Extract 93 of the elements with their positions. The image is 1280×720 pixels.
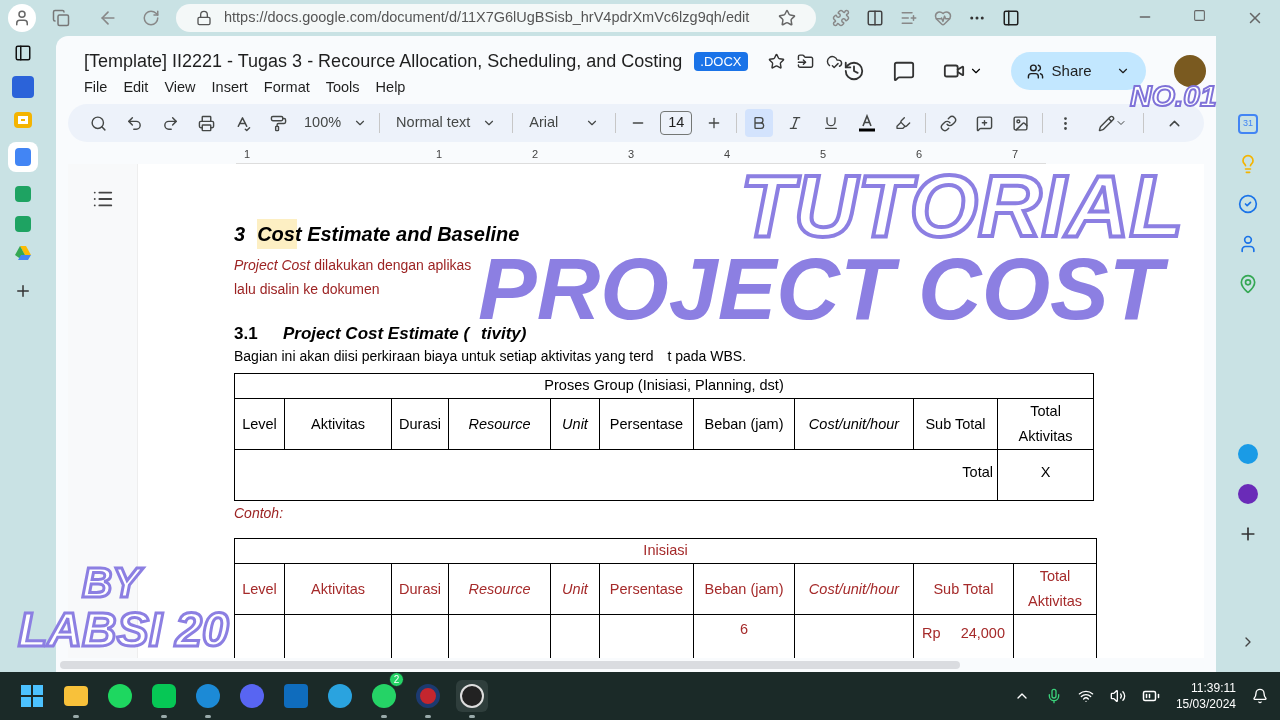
move-icon[interactable] bbox=[796, 53, 814, 70]
overlay-text: LABSI 20 bbox=[18, 606, 229, 654]
example-label: Contoh: bbox=[234, 504, 285, 523]
panel-icon[interactable] bbox=[14, 44, 32, 62]
notification-icon[interactable] bbox=[1252, 688, 1268, 704]
column-header: Beban (jam) bbox=[693, 563, 795, 615]
font-size-field[interactable]: 14 bbox=[660, 111, 693, 135]
column-header: Cost/unit/hour bbox=[794, 398, 914, 450]
clock-time[interactable]: 11:39:11 bbox=[1191, 680, 1236, 696]
favorite-icon[interactable] bbox=[778, 9, 796, 27]
app-icon[interactable] bbox=[1238, 484, 1258, 504]
column-header: Resource bbox=[448, 398, 551, 450]
add-icon[interactable] bbox=[14, 282, 32, 300]
reload-icon[interactable] bbox=[142, 9, 160, 27]
table-caption: Inisiasi bbox=[234, 538, 1097, 564]
avatar[interactable] bbox=[1173, 55, 1206, 87]
zoom-dropdown[interactable]: 100% bbox=[300, 112, 372, 134]
column-header: Durasi bbox=[391, 563, 449, 615]
font-dropdown[interactable]: Arial bbox=[521, 112, 608, 134]
column-header: Unit bbox=[550, 398, 600, 450]
address-bar[interactable]: https://docs.google.com/document/d/11X7G6lUgBSisb_hrV4pdrXmVc6lzg9qh/edit bbox=[176, 4, 816, 32]
volume-icon[interactable] bbox=[1109, 688, 1126, 704]
menu-item[interactable]: View bbox=[164, 77, 196, 99]
app-icon[interactable] bbox=[12, 76, 34, 98]
column-header: Beban (jam) bbox=[693, 398, 795, 450]
comment-icon[interactable] bbox=[892, 60, 915, 82]
wifi-icon[interactable] bbox=[1077, 688, 1094, 704]
notification-badge: 2 bbox=[389, 672, 404, 687]
column-header: Unit bbox=[550, 563, 600, 615]
cloud-icon[interactable] bbox=[825, 53, 843, 70]
ruler-number: 7 bbox=[1012, 147, 1019, 162]
column-header: Persentase bbox=[599, 398, 694, 450]
menu-item[interactable]: Help bbox=[375, 77, 406, 99]
scrollbar[interactable] bbox=[60, 661, 960, 669]
column-header: Cost/unit/hour bbox=[794, 563, 914, 615]
menu-item[interactable]: File bbox=[84, 77, 108, 99]
health-icon[interactable] bbox=[934, 9, 952, 27]
subheading-number: 3.1 bbox=[234, 323, 259, 346]
table-caption: Proses Group (Inisiasi, Planning, dst) bbox=[234, 373, 1094, 399]
extensions-icon[interactable] bbox=[832, 9, 850, 27]
ruler-number: 1 bbox=[244, 147, 251, 162]
contacts-icon[interactable] bbox=[1238, 234, 1258, 254]
maximize-icon[interactable] bbox=[1193, 9, 1206, 22]
ruler-number: 6 bbox=[916, 147, 923, 162]
bold-icon[interactable] bbox=[745, 109, 774, 137]
column-header: Aktivitas bbox=[284, 563, 392, 615]
ruler-number: 2 bbox=[532, 147, 539, 162]
heading-number: 3 bbox=[234, 222, 246, 247]
ruler-number: 5 bbox=[820, 147, 827, 162]
table-cell: Total bbox=[234, 449, 998, 501]
document-title[interactable]: [Template] II2221 - Tugas 3 - Recource Allocation, Scheduling, and Costing bbox=[84, 48, 683, 75]
menu-item[interactable]: Edit bbox=[123, 77, 149, 99]
overlay-title: TUTORIAL bbox=[740, 166, 1185, 246]
file-type-badge: .DOCX bbox=[694, 51, 748, 72]
url-text: https://docs.google.com/document/d/11X7G6lUgBSisb_hrV4pdrXmVc6lzg9qh/edit bbox=[224, 8, 750, 28]
table-cell: X bbox=[997, 449, 1094, 501]
lock-icon bbox=[196, 10, 212, 26]
subheading: tivity) bbox=[481, 323, 527, 346]
column-header: Total Aktivitas bbox=[1013, 563, 1097, 615]
menu-item[interactable]: Tools bbox=[325, 77, 360, 99]
history-icon[interactable] bbox=[842, 60, 865, 82]
menu-item[interactable]: Format bbox=[263, 77, 310, 99]
split-screen-icon[interactable] bbox=[866, 9, 884, 27]
column-header: Persentase bbox=[599, 563, 694, 615]
clock-date[interactable]: 15/03/2024 bbox=[1175, 696, 1236, 712]
sidebar-icon[interactable] bbox=[1002, 9, 1020, 27]
paragraph-text: Project Cost dilakukan dengan aplikas bbox=[234, 255, 472, 275]
favorites-icon[interactable] bbox=[900, 9, 918, 27]
body-text: t pada WBS. bbox=[667, 347, 747, 366]
subheading: Project Cost Estimate ( bbox=[283, 323, 470, 346]
menu-item[interactable]: Insert bbox=[211, 77, 248, 99]
star-icon[interactable] bbox=[767, 53, 785, 70]
people-icon bbox=[1026, 62, 1044, 80]
ruler-number: 4 bbox=[724, 147, 731, 162]
column-header: Level bbox=[234, 398, 285, 450]
profile-icon[interactable] bbox=[8, 4, 36, 32]
tabs-icon[interactable] bbox=[52, 9, 70, 27]
overlay-title: PROJECT COST bbox=[478, 256, 1179, 322]
column-header: Level bbox=[234, 563, 285, 615]
column-header: Sub Total bbox=[913, 398, 998, 450]
style-dropdown[interactable]: Normal text bbox=[388, 112, 505, 134]
ruler-number: 1 bbox=[436, 147, 443, 162]
column-header: Sub Total bbox=[913, 563, 1014, 615]
overlay-text: BY bbox=[82, 562, 141, 604]
column-header: Total Aktivitas bbox=[997, 398, 1094, 450]
paragraph-text: lalu disalin ke dokumen bbox=[234, 280, 381, 299]
tasks-icon[interactable] bbox=[1238, 194, 1258, 214]
ruler-number: 3 bbox=[628, 147, 635, 162]
body-text: Bagian ini akan diisi perkiraan biaya untuk setiap aktivitas yang terd bbox=[234, 347, 654, 366]
column-header: Aktivitas bbox=[284, 398, 392, 450]
column-header: Durasi bbox=[391, 398, 449, 450]
heading: Cost Estimate and Baseline bbox=[257, 219, 520, 249]
column-header: Resource bbox=[448, 563, 551, 615]
